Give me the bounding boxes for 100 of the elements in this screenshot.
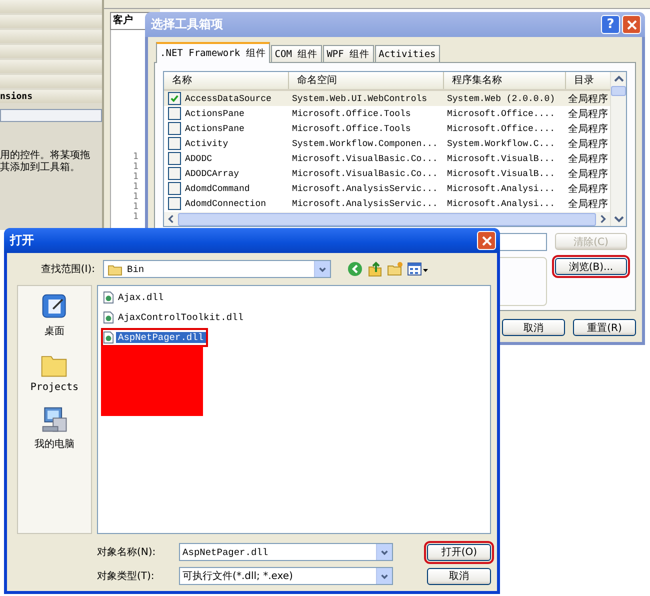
file-name-field[interactable]: AspNetPager.dll <box>178 543 394 561</box>
assembly-cell-text: System.Web (2.0.0.0) <box>446 94 556 104</box>
component-name: AdomdConnection <box>185 198 266 208</box>
checkbox[interactable] <box>168 137 181 150</box>
place-label[interactable]: 桌面 <box>44 324 64 338</box>
component-name: AccessDataSource <box>185 94 272 104</box>
file-item[interactable]: Ajax.dll <box>116 292 166 303</box>
column-header[interactable]: 程序集名称 <box>444 72 566 89</box>
cancel-button[interactable]: 取消 <box>427 568 491 584</box>
directory-cell-text: 全局程序 <box>567 152 609 166</box>
namespace-cell-text: System.Workflow.Componen... <box>291 138 439 148</box>
folder-icon <box>107 262 123 276</box>
list-row[interactable]: ADODC Microsoft.VisualBasic.Co... Microsoft.VisualB... 全局程序 <box>164 151 610 166</box>
component-name: ADODCArray <box>185 168 240 178</box>
file-row[interactable]: Ajax.dll <box>101 288 168 307</box>
namespace-cell-text: Microsoft.VisualBasic.Co... <box>291 168 439 178</box>
file-item[interactable]: AspNetPager.dll <box>116 332 206 343</box>
description-text: 其添加到工具箱。 <box>0 162 81 174</box>
help-button[interactable]: ? <box>601 15 620 34</box>
directory-cell-text: 全局程序 <box>567 182 609 196</box>
browse-button[interactable]: 浏览(B)... <box>555 258 627 275</box>
up-folder-icon[interactable] <box>367 261 383 277</box>
namespace-cell-text: Microsoft.AnalysisServic... <box>291 184 439 194</box>
line-number: 1 <box>133 172 138 182</box>
assembly-cell-text: Microsoft.Office.... <box>446 124 556 134</box>
directory-cell-text: 全局程序 <box>567 92 609 106</box>
file-icon <box>103 311 114 324</box>
file-icon <box>103 291 114 304</box>
line-number: 1 <box>133 212 138 222</box>
back-icon[interactable] <box>347 261 363 277</box>
assembly-cell-text: Microsoft.Office.... <box>446 108 556 118</box>
component-name: ADODC <box>185 154 212 164</box>
namespace-cell-text: Microsoft.Office.Tools <box>291 108 412 118</box>
look-in-dropdown[interactable]: Bin <box>103 260 331 278</box>
namespace-cell-text: Microsoft.AnalysisServic... <box>291 198 439 208</box>
column-header[interactable]: 命名空间 <box>289 72 444 89</box>
directory-cell-text: 全局程序 <box>567 168 609 180</box>
tab[interactable]: WPF 组件 <box>322 45 374 62</box>
close-button[interactable] <box>622 15 641 34</box>
assembly-cell-text: System.Workflow.C... <box>446 138 556 148</box>
description-text: 用的控件。将某项拖 <box>0 150 91 162</box>
list-row[interactable]: ADODCArray Microsoft.VisualBasic.Co... Microsoft.VisualB... 全局程序 <box>164 166 610 181</box>
directory-cell-text: 全局程序 <box>567 138 609 150</box>
scroll-thumb[interactable] <box>611 86 626 96</box>
assembly-cell-text: Microsoft.VisualB... <box>446 168 556 178</box>
component-name: Activity <box>185 138 228 148</box>
list-row[interactable]: AccessDataSource System.Web.UI.WebControls System.Web (2.0.0.0) 全局程序 <box>164 91 610 106</box>
list-row[interactable]: AdomdConnection Microsoft.AnalysisServic... Microsoft.Analysi... 全局程序 <box>164 196 610 211</box>
close-icon <box>626 20 636 30</box>
directory-cell-text: 全局程序 <box>567 108 609 120</box>
checkbox[interactable] <box>168 197 181 210</box>
file-type-dropdown[interactable]: 可执行文件(*.dll; *.exe) <box>178 567 394 585</box>
component-name: AdomdCommand <box>185 184 250 194</box>
window-title: 打开 <box>10 232 34 249</box>
checkbox[interactable] <box>168 167 181 180</box>
component-name: ActionsPane <box>185 108 244 118</box>
list-row[interactable]: Activity System.Workflow.Componen... System.Workflow.C... 全局程序 <box>164 136 610 151</box>
file-type-label: 对象类型(T): <box>97 570 156 583</box>
place-label[interactable]: 我的电脑 <box>34 437 74 451</box>
search-field[interactable] <box>0 109 102 122</box>
component-name: ActionsPane <box>185 124 244 134</box>
file-item[interactable]: AjaxControlToolkit.dll <box>116 312 246 323</box>
file-name-label: 对象名称(N): <box>97 546 157 559</box>
view-menu-icon[interactable] <box>407 261 429 277</box>
close-button[interactable] <box>477 231 496 250</box>
line-number: 1 <box>133 192 138 202</box>
assembly-cell-text: Microsoft.Analysi... <box>446 198 556 208</box>
line-number: 1 <box>133 182 138 192</box>
directory-cell-text: 全局程序 <box>567 198 609 210</box>
line-number: 1 <box>133 162 138 172</box>
directory-cell-text: 全局程序 <box>567 122 609 136</box>
assembly-cell-text: Microsoft.Analysi... <box>446 184 556 194</box>
namespace-cell-text: Microsoft.Office.Tools <box>291 124 412 134</box>
file-row[interactable]: AjaxControlToolkit.dll <box>101 308 248 327</box>
checkbox[interactable] <box>168 92 181 105</box>
namespace-cell-text: System.Web.UI.WebControls <box>291 94 428 104</box>
checkbox[interactable] <box>168 122 181 135</box>
window-title: 选择工具箱项 <box>151 16 223 33</box>
new-folder-icon[interactable] <box>387 261 403 277</box>
checkbox[interactable] <box>168 152 181 165</box>
file-icon <box>103 331 114 344</box>
tab[interactable]: COM 组件 <box>270 45 322 62</box>
tab[interactable]: .NET Framework 组件 <box>156 42 270 63</box>
close-icon <box>482 236 492 246</box>
list-row[interactable]: ActionsPane Microsoft.Office.Tools Microsoft.Office.... 全局程序 <box>164 106 610 121</box>
reset-button[interactable]: 重置(R) <box>573 319 636 336</box>
line-number: 1 <box>133 202 138 212</box>
tab[interactable]: Activities <box>374 45 440 62</box>
cancel-button[interactable]: 取消 <box>502 319 565 336</box>
list-row[interactable]: ActionsPane Microsoft.Office.Tools Microsoft.Office.... 全局程序 <box>164 121 610 136</box>
vertical-scrollbar[interactable] <box>610 72 626 226</box>
column-header[interactable]: 名称 <box>164 72 289 89</box>
namespace-cell-text: Microsoft.VisualBasic.Co... <box>291 154 439 164</box>
checkbox[interactable] <box>168 182 181 195</box>
assembly-cell-text: Microsoft.VisualB... <box>446 154 556 164</box>
line-number: 1 <box>133 152 138 162</box>
place-label[interactable]: Projects <box>30 382 79 393</box>
look-in-label: 查找范围(I): <box>40 262 95 276</box>
list-row[interactable]: AdomdCommand Microsoft.AnalysisServic... Microsoft.Analysi... 全局程序 <box>164 181 610 196</box>
checkbox[interactable] <box>168 107 181 120</box>
